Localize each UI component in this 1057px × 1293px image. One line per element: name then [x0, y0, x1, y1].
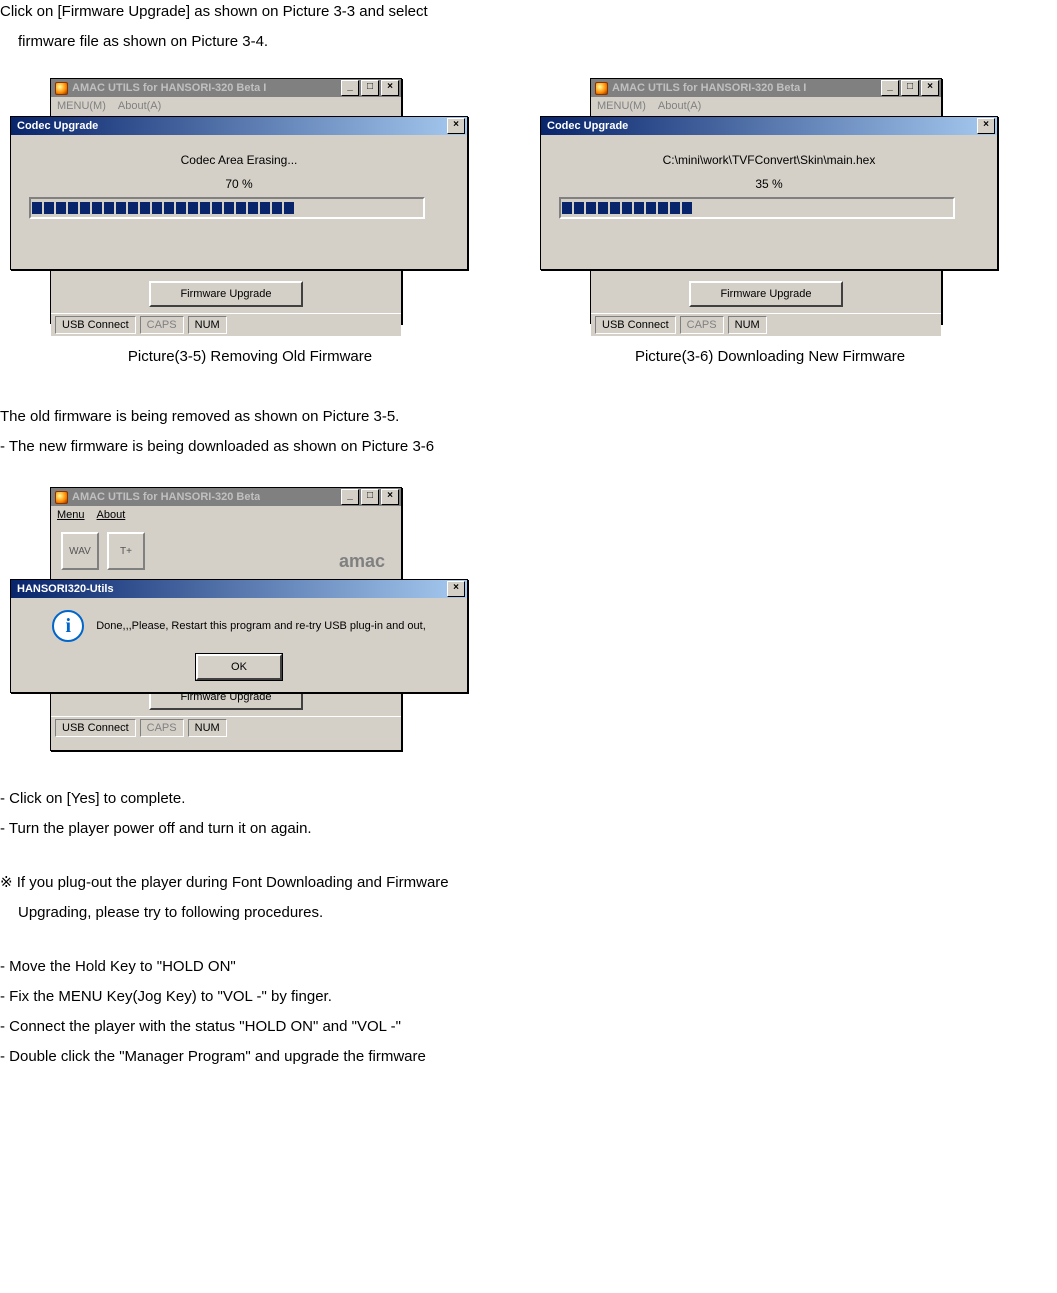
menu-bar: MENU(M) About(A)	[51, 97, 401, 115]
ok-button[interactable]: OK	[196, 654, 282, 680]
minimize-button[interactable]: _	[881, 80, 899, 96]
dialog-percent-label: 70 %	[29, 177, 449, 197]
click-yes-text: - Click on [Yes] to complete.	[0, 787, 1057, 811]
message-box: HANSORI320-Utils × i Done,,,Please, Rest…	[10, 579, 468, 693]
turn-off-text: - Turn the player power off and turn it …	[0, 817, 1057, 841]
inactive-title-bar: AMAC UTILS for HANSORI-320 Beta I _ □ ×	[591, 79, 941, 97]
picture-3-6-column: AMAC UTILS for HANSORI-320 Beta I _ □ × …	[550, 78, 990, 365]
picture-3-5-column: AMAC UTILS for HANSORI-320 Beta I _ □ × …	[30, 78, 470, 365]
t-plus-icon[interactable]: T+	[107, 532, 145, 570]
status-usb: USB Connect	[55, 719, 136, 737]
minimize-button[interactable]: _	[341, 80, 359, 96]
firmware-upgrade-button[interactable]: Firmware Upgrade	[149, 281, 303, 307]
maximize-button[interactable]: □	[361, 80, 379, 96]
firmware-upgrade-button[interactable]: Firmware Upgrade	[689, 281, 843, 307]
codec-upgrade-dialog: Codec Upgrade × C:\mini\work\TVFConvert\…	[540, 116, 998, 270]
dialog-title: Codec Upgrade	[543, 120, 628, 132]
instruction-line-2: firmware file as shown on Picture 3-4.	[0, 30, 1057, 54]
status-num: NUM	[728, 316, 767, 334]
menu-item-about[interactable]: About(A)	[658, 100, 701, 112]
close-button[interactable]: ×	[381, 489, 399, 505]
step-hold-on: - Move the Hold Key to "HOLD ON"	[0, 955, 1057, 979]
close-button[interactable]: ×	[381, 80, 399, 96]
window-title: AMAC UTILS for HANSORI-320 Beta	[53, 491, 260, 504]
window-title: AMAC UTILS for HANSORI-320 Beta I	[53, 82, 266, 95]
status-bar: USB Connect CAPS NUM	[591, 313, 941, 336]
progress-bar	[29, 197, 425, 219]
plug-out-note-2: Upgrading, please try to following proce…	[0, 901, 1057, 925]
info-icon: i	[52, 610, 84, 642]
status-caps: CAPS	[140, 316, 184, 334]
dialog-percent-label: 35 %	[559, 177, 979, 197]
message-box-close-button[interactable]: ×	[447, 581, 465, 597]
picture-3-7-area: AMAC UTILS for HANSORI-320 Beta _ □ × Me…	[30, 487, 470, 757]
maximize-button[interactable]: □	[901, 80, 919, 96]
status-num: NUM	[188, 316, 227, 334]
dialog-message: Codec Area Erasing...	[29, 145, 449, 177]
progress-bar	[559, 197, 955, 219]
removed-text: The old firmware is being removed as sho…	[0, 405, 1057, 429]
picture-3-6-caption: Picture(3-6) Downloading New Firmware	[550, 348, 990, 365]
status-usb: USB Connect	[595, 316, 676, 334]
brand-label: amac	[339, 551, 385, 572]
picture-3-5-caption: Picture(3-5) Removing Old Firmware	[30, 348, 470, 365]
toolbar: WAV T+ amac	[51, 524, 401, 578]
status-usb: USB Connect	[55, 316, 136, 334]
inactive-title-bar: AMAC UTILS for HANSORI-320 Beta I _ □ ×	[51, 79, 401, 97]
menu-bar: Menu About	[51, 506, 401, 524]
app-icon	[55, 82, 68, 95]
step-manager: - Double click the "Manager Program" and…	[0, 1045, 1057, 1069]
minimize-button[interactable]: _	[341, 489, 359, 505]
close-button[interactable]: ×	[921, 80, 939, 96]
dialog-close-button[interactable]: ×	[447, 118, 465, 134]
codec-upgrade-dialog: Codec Upgrade × Codec Area Erasing... 70…	[10, 116, 468, 270]
status-bar: USB Connect CAPS NUM	[51, 313, 401, 336]
step-vol-minus: - Fix the MENU Key(Jog Key) to "VOL -" b…	[0, 985, 1057, 1009]
menu-item-menu[interactable]: Menu	[57, 509, 85, 521]
status-caps: CAPS	[140, 719, 184, 737]
menu-item-menu[interactable]: MENU(M)	[57, 100, 106, 112]
dialog-title: Codec Upgrade	[13, 120, 98, 132]
screenshots-row-1: AMAC UTILS for HANSORI-320 Beta I _ □ × …	[30, 78, 1057, 365]
message-box-title: HANSORI320-Utils	[13, 583, 114, 595]
downloaded-text: - The new firmware is being downloaded a…	[0, 435, 1057, 459]
message-box-text: Done,,,Please, Restart this program and …	[96, 620, 426, 632]
app-icon	[55, 491, 68, 504]
dialog-message: C:\mini\work\TVFConvert\Skin\main.hex	[559, 145, 979, 177]
menu-item-about[interactable]: About	[97, 509, 126, 521]
menu-bar: MENU(M) About(A)	[591, 97, 941, 115]
menu-item-about[interactable]: About(A)	[118, 100, 161, 112]
app-icon	[595, 82, 608, 95]
wav-icon[interactable]: WAV	[61, 532, 99, 570]
menu-item-menu[interactable]: MENU(M)	[597, 100, 646, 112]
status-bar: USB Connect CAPS NUM	[51, 716, 401, 739]
step-connect: - Connect the player with the status "HO…	[0, 1015, 1057, 1039]
instruction-line-1: Click on [Firmware Upgrade] as shown on …	[0, 0, 1057, 24]
status-caps: CAPS	[680, 316, 724, 334]
plug-out-note-1: ※ If you plug-out the player during Font…	[0, 871, 1057, 895]
status-num: NUM	[188, 719, 227, 737]
maximize-button[interactable]: □	[361, 489, 379, 505]
inactive-title-bar: AMAC UTILS for HANSORI-320 Beta _ □ ×	[51, 488, 401, 506]
window-title: AMAC UTILS for HANSORI-320 Beta I	[593, 82, 806, 95]
dialog-close-button[interactable]: ×	[977, 118, 995, 134]
